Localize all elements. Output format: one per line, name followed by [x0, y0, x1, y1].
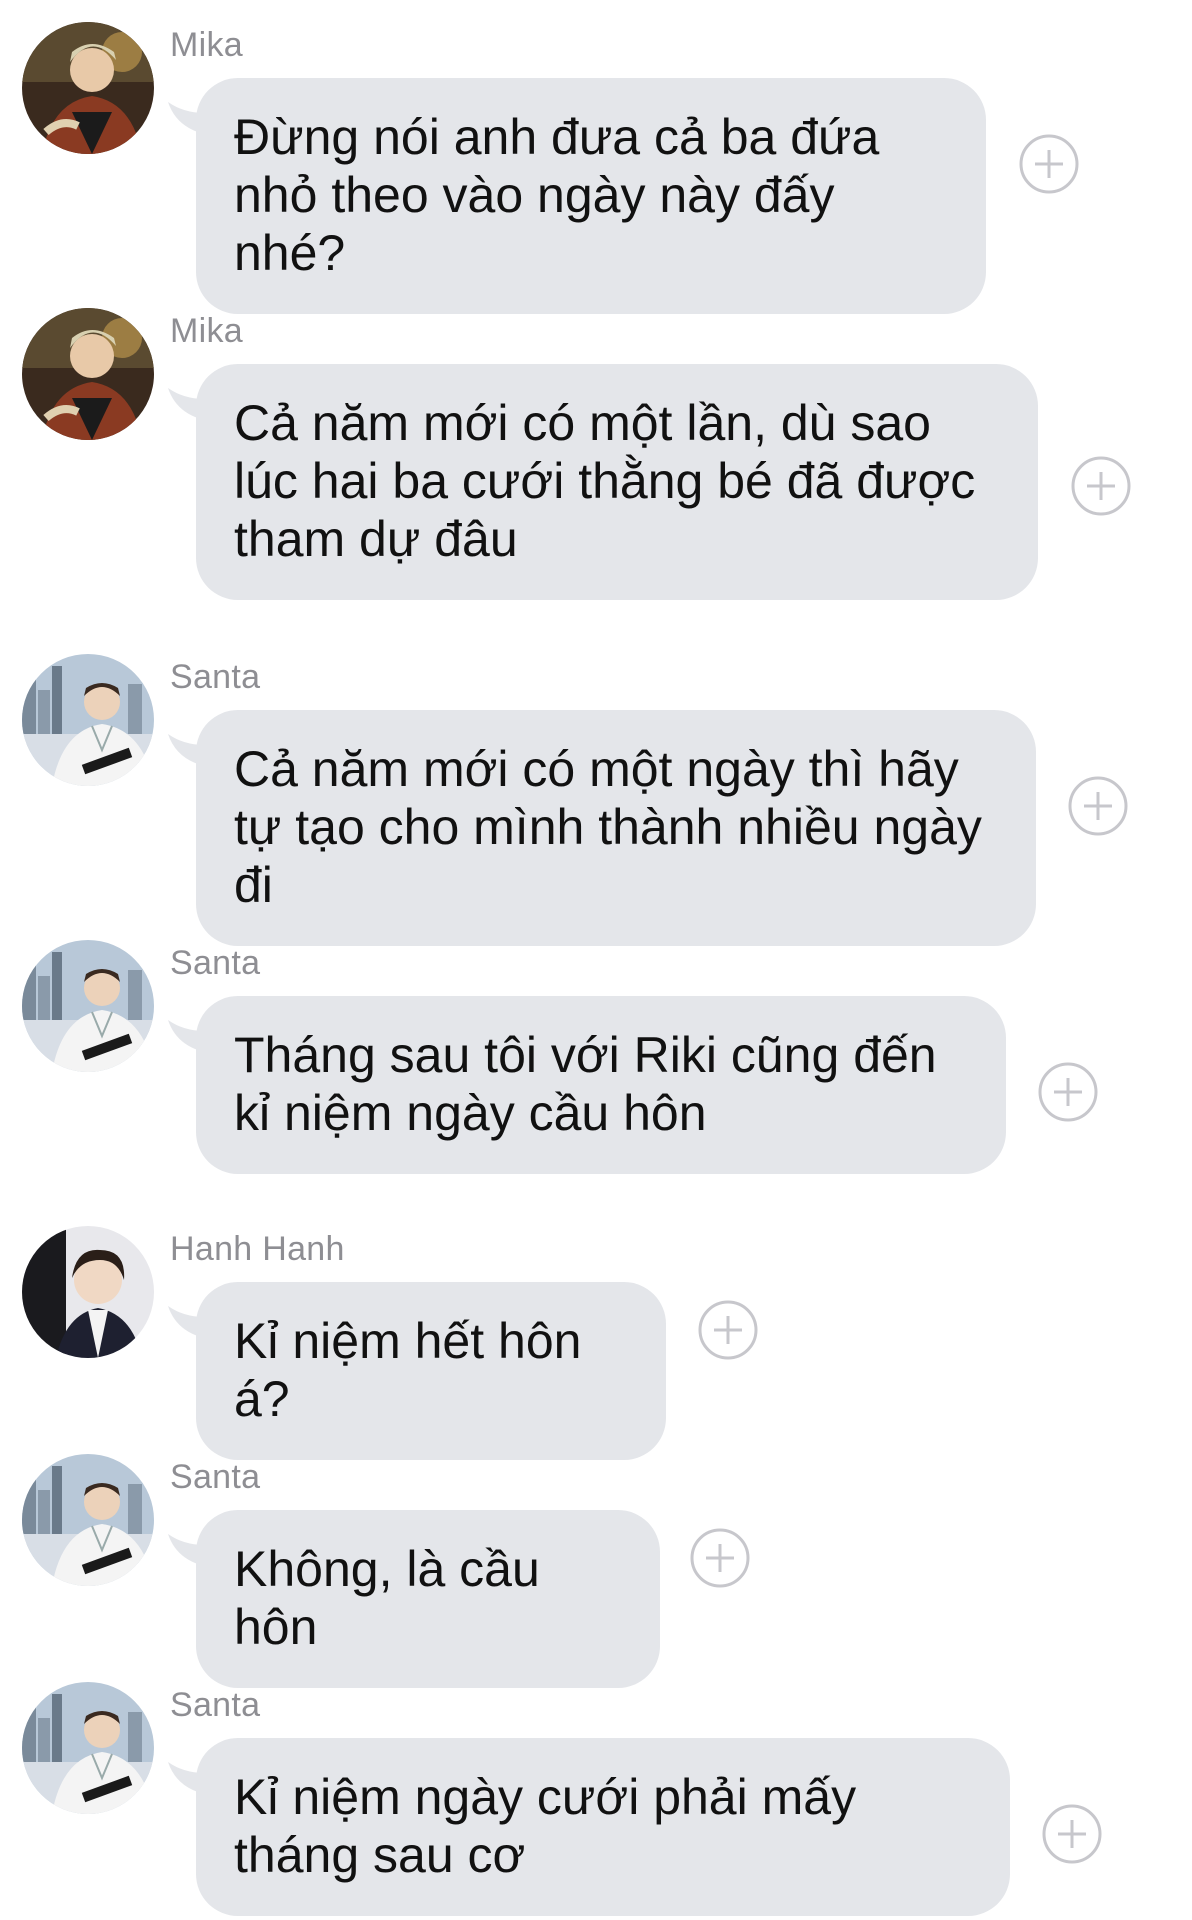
- message-text: Kỉ niệm ngày cưới phải mấy tháng sau cơ: [234, 1769, 857, 1883]
- message-bubble[interactable]: Kỉ niệm hết hôn á?: [196, 1282, 666, 1460]
- sender-name: Mika: [170, 26, 243, 64]
- avatar-santa[interactable]: [22, 1682, 154, 1814]
- sender-name: Santa: [170, 658, 261, 696]
- avatar-santa[interactable]: [22, 1454, 154, 1586]
- avatar-santa[interactable]: [22, 654, 154, 786]
- add-reaction-icon[interactable]: [1068, 776, 1128, 836]
- avatar-hanh-hanh-image: [22, 1226, 154, 1358]
- message-text: Không, là cầu hôn: [234, 1541, 540, 1655]
- message-bubble[interactable]: Cả năm mới có một ngày thì hãy tự tạo ch…: [196, 710, 1036, 946]
- avatar-santa-image: [22, 654, 154, 786]
- message-bubble[interactable]: Kỉ niệm ngày cưới phải mấy tháng sau cơ: [196, 1738, 1010, 1916]
- message-text: Cả năm mới có một lần, dù sao lúc hai ba…: [234, 395, 976, 567]
- sender-name: Santa: [170, 1458, 261, 1496]
- message-text: Đừng nói anh đưa cả ba đứa nhỏ theo vào …: [234, 109, 880, 281]
- avatar-mika-image: [22, 308, 154, 440]
- message-bubble[interactable]: Đừng nói anh đưa cả ba đứa nhỏ theo vào …: [196, 78, 986, 314]
- message-text: Kỉ niệm hết hôn á?: [234, 1313, 582, 1427]
- avatar-mika-image: [22, 22, 154, 154]
- message-text: Tháng sau tôi với Riki cũng đến kỉ niệm …: [234, 1027, 937, 1141]
- sender-name: Santa: [170, 944, 261, 982]
- add-reaction-icon[interactable]: [1042, 1804, 1102, 1864]
- message-bubble[interactable]: Tháng sau tôi với Riki cũng đến kỉ niệm …: [196, 996, 1006, 1174]
- add-reaction-icon[interactable]: [1019, 134, 1079, 194]
- message-bubble[interactable]: Không, là cầu hôn: [196, 1510, 660, 1688]
- avatar-santa[interactable]: [22, 940, 154, 1072]
- message-text: Cả năm mới có một ngày thì hãy tự tạo ch…: [234, 741, 982, 913]
- avatar-mika[interactable]: [22, 22, 154, 154]
- avatar-santa-image: [22, 1454, 154, 1586]
- add-reaction-icon[interactable]: [698, 1300, 758, 1360]
- add-reaction-icon[interactable]: [690, 1528, 750, 1588]
- message-bubble[interactable]: Cả năm mới có một lần, dù sao lúc hai ba…: [196, 364, 1038, 600]
- sender-name: Mika: [170, 312, 243, 350]
- avatar-santa-image: [22, 940, 154, 1072]
- avatar-mika[interactable]: [22, 308, 154, 440]
- add-reaction-icon[interactable]: [1071, 456, 1131, 516]
- avatar-hanh-hanh[interactable]: [22, 1226, 154, 1358]
- add-reaction-icon[interactable]: [1038, 1062, 1098, 1122]
- sender-name: Santa: [170, 1686, 261, 1724]
- sender-name: Hanh Hanh: [170, 1230, 345, 1268]
- avatar-santa-image: [22, 1682, 154, 1814]
